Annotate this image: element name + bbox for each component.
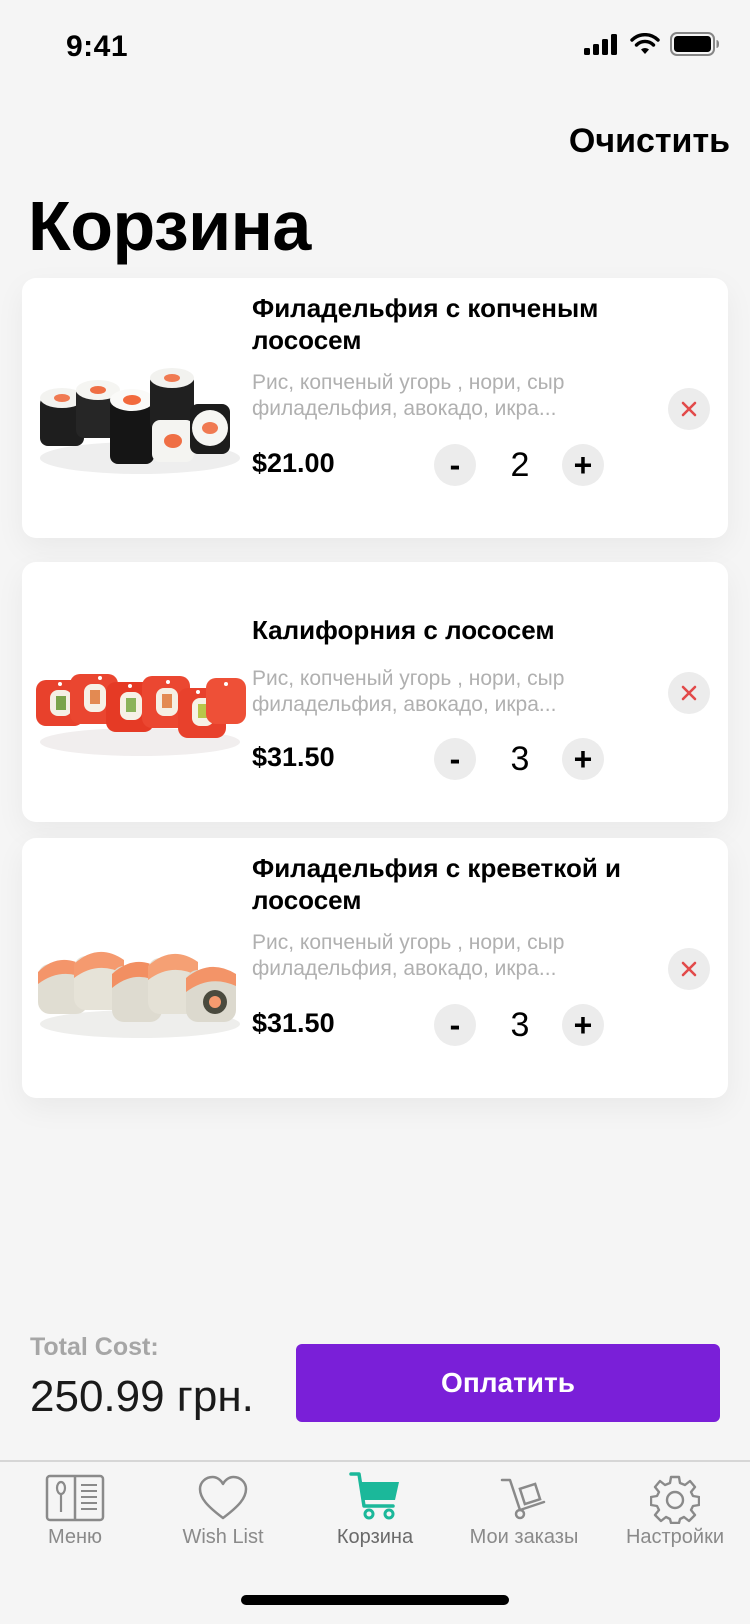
gear-icon bbox=[650, 1475, 700, 1524]
total-cost-label: Total Cost: bbox=[30, 1333, 159, 1361]
product-price: $31.50 bbox=[252, 742, 335, 772]
product-description: Рис, копченый угорь , нори, сыр филадель… bbox=[252, 667, 565, 716]
close-icon bbox=[681, 961, 697, 977]
wifi-icon bbox=[630, 33, 660, 54]
product-image bbox=[40, 368, 240, 474]
cart-item-card: Филадельфия с креветкой и лососем Рис, к… bbox=[22, 838, 728, 1098]
home-indicator bbox=[241, 1595, 509, 1605]
close-icon bbox=[681, 685, 697, 701]
tab-my-orders[interactable]: Мои заказы bbox=[449, 1462, 599, 1572]
increase-quantity-button[interactable]: + bbox=[562, 1004, 604, 1046]
product-description: Рис, копченый угорь , нори, сыр филадель… bbox=[252, 371, 565, 420]
status-icons bbox=[584, 32, 720, 56]
status-time: 9:41 bbox=[66, 30, 129, 63]
cart-item-card: Филадельфия с копченым лососем Рис, копч… bbox=[22, 278, 728, 538]
battery-icon bbox=[670, 32, 719, 56]
increase-quantity-button[interactable]: + bbox=[562, 738, 604, 780]
increase-quantity-button[interactable]: + bbox=[562, 444, 604, 486]
product-image bbox=[36, 674, 246, 756]
tab-menu[interactable]: Меню bbox=[0, 1462, 150, 1572]
clear-cart-button[interactable]: Очистить bbox=[569, 122, 730, 161]
product-price: $31.50 bbox=[252, 1008, 335, 1038]
remove-item-button[interactable] bbox=[668, 948, 710, 990]
menu-book-icon bbox=[45, 1474, 105, 1522]
cart-icon bbox=[349, 1472, 399, 1520]
tab-label: Wish List bbox=[182, 1526, 264, 1548]
tab-wish-list[interactable]: Wish List bbox=[148, 1462, 298, 1572]
decrease-quantity-button[interactable]: - bbox=[434, 444, 476, 486]
tab-cart[interactable]: Корзина bbox=[300, 1462, 450, 1572]
pay-button[interactable]: Оплатить bbox=[296, 1344, 720, 1422]
remove-item-button[interactable] bbox=[668, 388, 710, 430]
product-name: Калифорния с лососем bbox=[252, 615, 555, 645]
tab-label: Меню bbox=[47, 1526, 103, 1548]
product-name: Филадельфия с копченым лососем bbox=[252, 293, 599, 355]
decrease-quantity-button[interactable]: - bbox=[434, 1004, 476, 1046]
remove-item-button[interactable] bbox=[668, 672, 710, 714]
product-image bbox=[38, 951, 240, 1038]
total-cost-value: 250.99 грн. bbox=[30, 1372, 254, 1421]
tab-settings[interactable]: Настройки bbox=[600, 1462, 750, 1572]
product-name: Филадельфия с креветкой и лососем bbox=[252, 853, 622, 915]
hand-truck-icon bbox=[500, 1478, 546, 1520]
status-bar: 9:41 bbox=[0, 0, 750, 90]
product-description: Рис, копченый угорь , нори, сыр филадель… bbox=[252, 931, 565, 980]
tab-label: Мои заказы bbox=[469, 1526, 579, 1548]
decrease-quantity-button[interactable]: - bbox=[434, 738, 476, 780]
heart-icon bbox=[198, 1475, 248, 1520]
quantity-value: 2 bbox=[510, 446, 530, 484]
close-icon bbox=[681, 401, 697, 417]
tab-label: Корзина bbox=[336, 1526, 414, 1548]
quantity-value: 3 bbox=[510, 740, 530, 778]
tab-label: Настройки bbox=[625, 1526, 725, 1548]
signal-icon bbox=[584, 34, 617, 55]
page-title: Корзина bbox=[28, 187, 311, 265]
quantity-value: 3 bbox=[510, 1006, 530, 1044]
cart-item-card: Калифорния с лососем Рис, копченый угорь… bbox=[22, 562, 728, 822]
product-price: $21.00 bbox=[252, 448, 335, 478]
